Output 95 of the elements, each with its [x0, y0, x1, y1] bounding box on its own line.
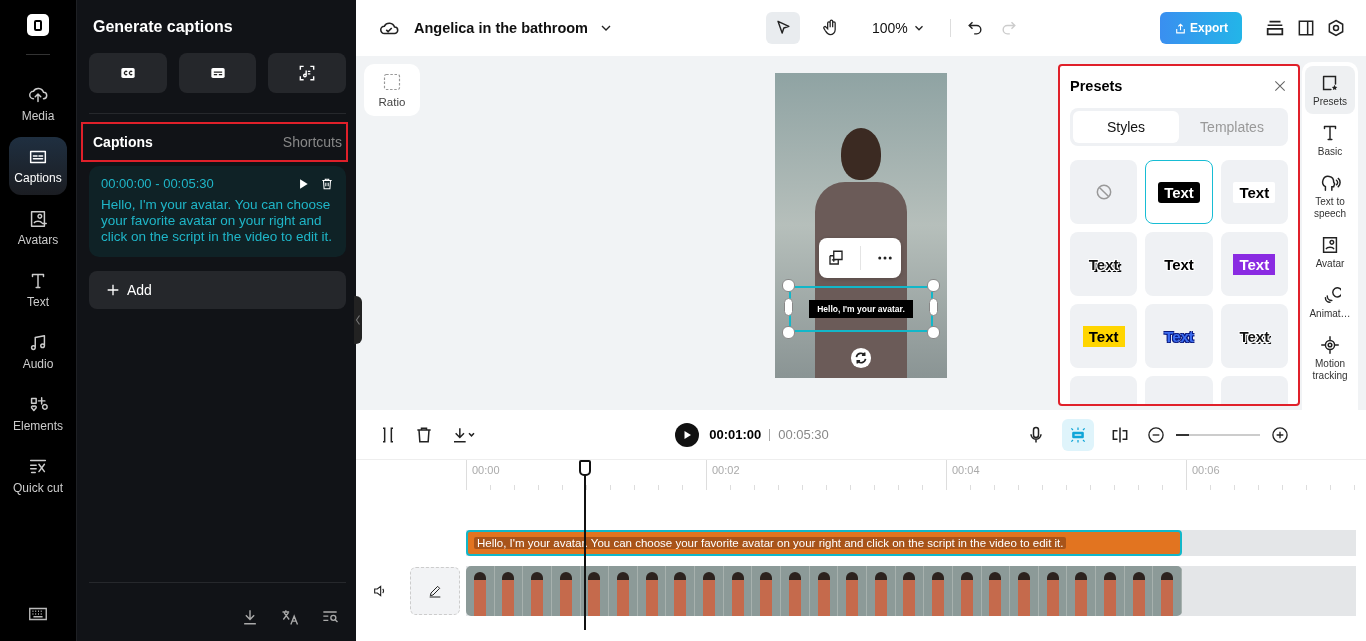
video-thumbnail — [1067, 566, 1097, 616]
shortcuts-link[interactable]: Shortcuts — [282, 134, 342, 150]
auto-captions-button[interactable] — [89, 53, 167, 93]
panel-title: Presets — [1070, 78, 1123, 94]
translate-icon[interactable] — [280, 607, 300, 627]
property-tab[interactable]: Text to speech — [1305, 166, 1355, 226]
ruler-label: 00:02 — [706, 460, 946, 490]
playhead-handle[interactable] — [579, 460, 591, 476]
audio-transcribe-button[interactable] — [268, 53, 346, 93]
tab[interactable]: Styles — [1073, 111, 1179, 143]
total-duration: 00:05:30 — [769, 428, 829, 441]
plus-icon — [105, 282, 121, 298]
resize-handle[interactable] — [784, 297, 793, 316]
style-preset[interactable]: Text — [1220, 232, 1288, 296]
video-clip[interactable] — [466, 566, 1182, 616]
section-title: Captions — [93, 134, 153, 150]
zoom-out-icon[interactable] — [1146, 424, 1166, 445]
resize-handle[interactable] — [782, 278, 795, 292]
style-preset[interactable]: Text — [1145, 160, 1213, 224]
caption-text[interactable]: Hello, I'm your avatar. You can choose your favorite avatar on your right and click on the script in the video to edit it. — [101, 197, 334, 245]
video-thumbnail — [637, 566, 667, 616]
property-tab[interactable]: Presets — [1305, 66, 1355, 114]
zoom-in-icon[interactable] — [1270, 424, 1290, 445]
video-thumbnail — [551, 566, 581, 616]
caption-mode-button[interactable] — [1062, 418, 1094, 451]
sidebar-item[interactable]: Text — [9, 261, 67, 319]
video-thumbnail — [695, 566, 724, 616]
sidebar-item[interactable]: Audio — [9, 323, 67, 381]
subtitles-button[interactable] — [178, 53, 257, 93]
upload-icon — [1174, 21, 1187, 35]
video-thumbnail — [466, 566, 495, 616]
caption-card[interactable]: 00:00:00 - 00:05:30 Hello, I'm your avatar. You can choose your favorite avatar on your right and click on the script in the video to edit it. — [89, 166, 346, 257]
zoom-dropdown[interactable]: 100% — [866, 19, 932, 37]
sidebar-item[interactable]: Avatars — [9, 199, 67, 257]
style-preset[interactable]: Text — [1145, 232, 1213, 296]
style-preset[interactable]: Text — [1220, 304, 1288, 368]
collapse-handle-icon[interactable] — [354, 296, 362, 344]
video-thumbnail — [1124, 566, 1154, 616]
delete-icon[interactable] — [320, 176, 334, 191]
video-thumbnail — [952, 566, 982, 616]
resize-handle[interactable] — [782, 325, 795, 339]
style-preset[interactable]: Text — [1145, 304, 1213, 368]
ruler-label: 00:04 — [946, 460, 1186, 490]
settings-icon[interactable] — [1326, 18, 1346, 38]
caption-time-range: 00:00:00 - 00:05:30 — [101, 176, 215, 191]
style-preset[interactable]: Text — [1070, 304, 1138, 368]
sidebar-item[interactable]: Quick cut — [9, 447, 67, 505]
sidebar-item[interactable]: Captions — [9, 137, 67, 195]
aspect-ratio-icon — [382, 72, 402, 92]
property-tab-icon — [1319, 334, 1341, 356]
panel-layout-icon[interactable] — [1296, 18, 1316, 38]
video-thumbnail — [723, 566, 753, 616]
video-placeholder[interactable]: Hello, I'm your avatar. — [775, 72, 947, 378]
pencil-icon — [427, 583, 443, 599]
video-thumbnail — [781, 566, 810, 616]
video-thumbnail — [1010, 566, 1039, 616]
current-time: 00:01:00 — [709, 427, 762, 442]
sidebar-item[interactable]: Media — [9, 75, 67, 133]
app-logo-icon[interactable] — [27, 14, 49, 36]
video-thumbnail — [523, 566, 552, 616]
video-thumbnail — [895, 566, 925, 616]
duplicate-icon[interactable] — [826, 248, 845, 267]
ruler-label: 00:06 — [1186, 460, 1366, 490]
video-thumbnail — [924, 566, 953, 616]
add-caption-button[interactable]: Add — [89, 271, 346, 309]
close-icon[interactable] — [1272, 78, 1288, 94]
property-tab[interactable]: Avatar — [1305, 228, 1355, 276]
rotate-icon[interactable] — [850, 346, 872, 369]
ratio-button[interactable]: Ratio — [364, 64, 420, 116]
zoom-slider[interactable] — [1176, 433, 1260, 436]
resize-handle[interactable] — [927, 325, 940, 339]
resize-handle[interactable] — [929, 297, 938, 316]
video-thumbnail — [1153, 566, 1182, 616]
sidebar-item[interactable]: Elements — [9, 385, 67, 443]
play-button[interactable] — [675, 422, 700, 447]
video-thumbnail — [1096, 566, 1125, 616]
video-thumbnail — [981, 566, 1011, 616]
style-preset[interactable]: Text — [1070, 232, 1138, 296]
video-thumbnail — [752, 566, 782, 616]
video-thumbnail — [609, 566, 638, 616]
property-tab[interactable]: Basic — [1305, 116, 1355, 164]
video-thumbnail — [1038, 566, 1068, 616]
caption-overlay[interactable]: Hello, I'm your avatar. — [809, 299, 913, 318]
project-title[interactable]: Angelica in the bathroom — [414, 20, 588, 36]
property-tab[interactable]: Animat… — [1305, 278, 1355, 326]
video-thumbnail — [666, 566, 696, 616]
resize-handle[interactable] — [927, 278, 940, 292]
video-thumbnail — [809, 566, 839, 616]
panel-title: Generate captions — [93, 18, 234, 36]
video-thumbnail — [866, 566, 896, 616]
style-preset[interactable]: Text — [1220, 160, 1288, 224]
property-tab[interactable]: Motion tracking — [1305, 328, 1355, 388]
select-tool-button[interactable] — [766, 12, 800, 44]
video-thumbnail — [838, 566, 867, 616]
video-thumbnail — [494, 566, 524, 616]
